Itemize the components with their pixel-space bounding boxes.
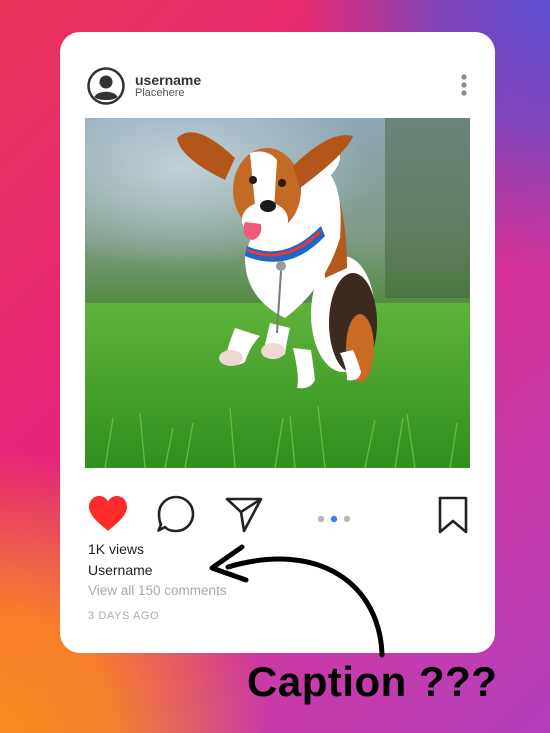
carousel-dot-active [330,515,338,523]
post-location[interactable]: Placehere [135,87,185,99]
views-count: 1K views [88,541,145,557]
view-comments-link[interactable]: View all 150 comments [88,583,227,598]
caption-annotation: Caption ??? [247,658,498,705]
share-icon[interactable] [224,496,264,534]
comment-icon[interactable] [156,494,196,534]
avatar-icon[interactable] [87,67,125,105]
carousel-indicator[interactable] [316,511,356,523]
post-card: username Placehere 1K views Username Vie… [60,32,495,653]
post-username[interactable]: username [135,72,201,88]
bookmark-icon[interactable] [437,495,469,535]
carousel-dot [317,515,325,523]
more-vertical-icon[interactable] [458,72,470,102]
post-photo[interactable] [85,118,470,468]
post-timestamp: 3 DAYS AGO [88,610,160,622]
caption-username[interactable]: Username [88,562,153,578]
carousel-dot [343,515,351,523]
heart-icon[interactable] [87,495,129,533]
